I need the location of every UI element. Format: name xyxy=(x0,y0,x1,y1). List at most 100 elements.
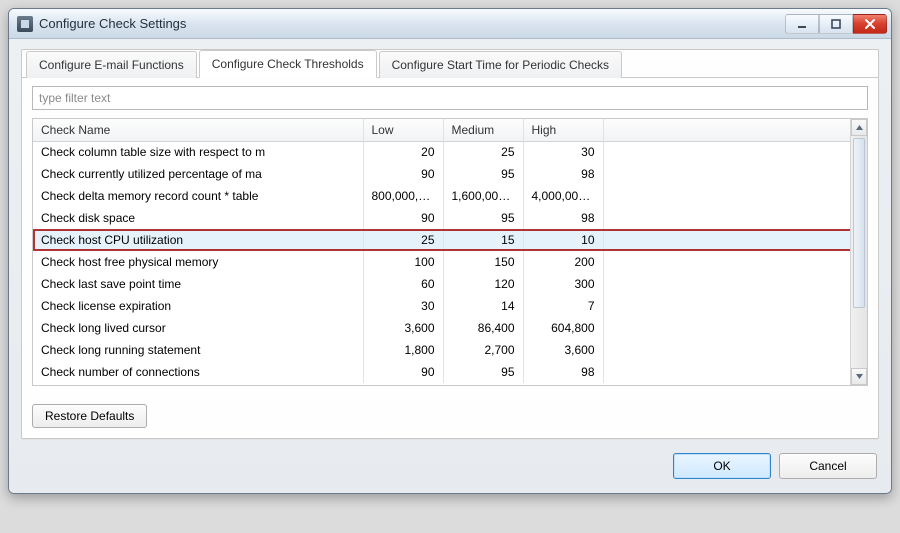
titlebar[interactable]: Configure Check Settings xyxy=(9,9,891,39)
cell-low: 25 xyxy=(363,229,443,251)
cell-medium: 120 xyxy=(443,273,523,295)
cell-blank xyxy=(603,317,867,339)
col-medium[interactable]: Medium xyxy=(443,119,523,141)
cell-blank xyxy=(603,163,867,185)
cell-high: 200 xyxy=(523,251,603,273)
cell-check-name: Check long running statement xyxy=(33,339,363,361)
cell-check-name: Check number of connections xyxy=(33,361,363,383)
cell-medium: 1,600,000... xyxy=(443,185,523,207)
close-button[interactable] xyxy=(853,14,887,34)
dialog-footer: OK Cancel xyxy=(21,439,879,481)
cell-check-name: Check currently utilized percentage of m… xyxy=(33,163,363,185)
table-row[interactable]: Check last save point time60120300 xyxy=(33,273,867,295)
cell-blank xyxy=(603,273,867,295)
cell-high: 4,000,000... xyxy=(523,185,603,207)
cell-medium: 86,400 xyxy=(443,317,523,339)
window-title: Configure Check Settings xyxy=(39,16,785,31)
cell-low: 60 xyxy=(363,273,443,295)
scroll-up-button[interactable] xyxy=(851,119,867,136)
cell-medium: 14 xyxy=(443,295,523,317)
table-row[interactable]: Check host free physical memory100150200 xyxy=(33,251,867,273)
cell-blank xyxy=(603,229,867,251)
cell-low: 90 xyxy=(363,207,443,229)
tab-check-thresholds[interactable]: Configure Check Thresholds xyxy=(199,50,377,78)
app-icon xyxy=(17,16,33,32)
cell-blank xyxy=(603,339,867,361)
table-row[interactable]: Check disk space909598 xyxy=(33,207,867,229)
table-row[interactable]: Check host CPU utilization251510 xyxy=(33,229,867,251)
cell-check-name: Check license expiration xyxy=(33,295,363,317)
cell-blank xyxy=(603,295,867,317)
tab-start-time-periodic[interactable]: Configure Start Time for Periodic Checks xyxy=(379,51,622,78)
cell-check-name: Check delta memory record count * table xyxy=(33,185,363,207)
table-row[interactable]: Check long lived cursor3,60086,400604,80… xyxy=(33,317,867,339)
table-header-row: Check Name Low Medium High xyxy=(33,119,867,141)
cell-blank xyxy=(603,251,867,273)
dialog-window: Configure Check Settings Configure E-mai… xyxy=(8,8,892,494)
table-row[interactable]: Check license expiration30147 xyxy=(33,295,867,317)
cell-high: 98 xyxy=(523,207,603,229)
scrollbar-track[interactable] xyxy=(851,136,867,368)
cell-medium: 150 xyxy=(443,251,523,273)
cell-check-name: Check disk space xyxy=(33,207,363,229)
tab-label: Configure Start Time for Periodic Checks xyxy=(392,58,609,72)
table-viewport: Check Name Low Medium High Check column … xyxy=(33,119,867,385)
window-controls xyxy=(785,14,887,34)
cell-medium: 95 xyxy=(443,207,523,229)
cell-high: 300 xyxy=(523,273,603,295)
cell-high: 7 xyxy=(523,295,603,317)
cell-high: 30 xyxy=(523,141,603,163)
cell-high: 98 xyxy=(523,361,603,383)
tab-bar: Configure E-mail Functions Configure Che… xyxy=(22,49,878,78)
tab-label: Configure Check Thresholds xyxy=(212,57,364,71)
below-table-area: Restore Defaults xyxy=(22,396,878,428)
restore-defaults-button[interactable]: Restore Defaults xyxy=(32,404,147,428)
settings-panel: Configure E-mail Functions Configure Che… xyxy=(21,49,879,439)
cell-medium: 15 xyxy=(443,229,523,251)
vertical-scrollbar[interactable] xyxy=(850,119,867,385)
cell-high: 604,800 xyxy=(523,317,603,339)
client-area: Configure E-mail Functions Configure Che… xyxy=(9,39,891,493)
col-low[interactable]: Low xyxy=(363,119,443,141)
cell-blank xyxy=(603,361,867,383)
filter-input[interactable] xyxy=(32,86,868,110)
table-row[interactable]: Check column table size with respect to … xyxy=(33,141,867,163)
cell-blank xyxy=(603,207,867,229)
cancel-button[interactable]: Cancel xyxy=(779,453,877,479)
maximize-button[interactable] xyxy=(819,14,853,34)
cell-low: 90 xyxy=(363,361,443,383)
cell-check-name: Check host CPU utilization xyxy=(33,229,363,251)
scrollbar-thumb[interactable] xyxy=(853,138,865,308)
col-check-name[interactable]: Check Name xyxy=(33,119,363,141)
table-row[interactable]: Check number of connections909598 xyxy=(33,361,867,383)
ok-button[interactable]: OK xyxy=(673,453,771,479)
minimize-button[interactable] xyxy=(785,14,819,34)
cell-medium: 2,700 xyxy=(443,339,523,361)
thresholds-table: Check Name Low Medium High Check column … xyxy=(33,119,867,383)
table-row[interactable]: Check delta memory record count * table8… xyxy=(33,185,867,207)
cell-high: 3,600 xyxy=(523,339,603,361)
cell-check-name: Check long lived cursor xyxy=(33,317,363,339)
cell-low: 800,000,0... xyxy=(363,185,443,207)
col-high[interactable]: High xyxy=(523,119,603,141)
cell-low: 100 xyxy=(363,251,443,273)
cell-medium: 95 xyxy=(443,361,523,383)
cell-medium: 95 xyxy=(443,163,523,185)
scroll-down-button[interactable] xyxy=(851,368,867,385)
cell-check-name: Check host free physical memory xyxy=(33,251,363,273)
cell-low: 1,800 xyxy=(363,339,443,361)
table-row[interactable]: Check currently utilized percentage of m… xyxy=(33,163,867,185)
cell-low: 90 xyxy=(363,163,443,185)
cell-check-name: Check column table size with respect to … xyxy=(33,141,363,163)
cell-high: 10 xyxy=(523,229,603,251)
tab-email-functions[interactable]: Configure E-mail Functions xyxy=(26,51,197,78)
cell-check-name: Check last save point time xyxy=(33,273,363,295)
table-row[interactable]: Check long running statement1,8002,7003,… xyxy=(33,339,867,361)
tab-content: Check Name Low Medium High Check column … xyxy=(22,78,878,396)
cell-low: 20 xyxy=(363,141,443,163)
cell-blank xyxy=(603,141,867,163)
cell-low: 30 xyxy=(363,295,443,317)
cell-medium: 25 xyxy=(443,141,523,163)
cell-high: 98 xyxy=(523,163,603,185)
cell-blank xyxy=(603,185,867,207)
